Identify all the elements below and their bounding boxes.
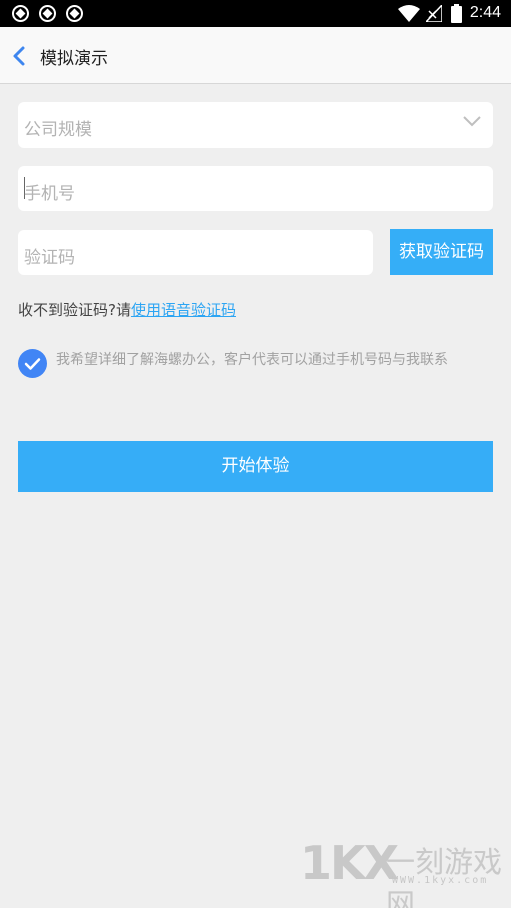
code-placeholder: 验证码 bbox=[24, 248, 75, 268]
phone-input[interactable]: 手机号 bbox=[18, 166, 493, 211]
page-title: 模拟演示 bbox=[40, 49, 108, 69]
notification-icon bbox=[12, 5, 29, 22]
checkmark-icon bbox=[24, 358, 41, 370]
phone-placeholder: 手机号 bbox=[24, 184, 75, 204]
status-bar: 2:44 bbox=[0, 0, 511, 27]
verification-code-input[interactable]: 验证码 bbox=[18, 230, 373, 275]
chevron-down-icon bbox=[463, 116, 481, 127]
agreement-checkbox[interactable] bbox=[18, 349, 47, 378]
clock: 2:44 bbox=[469, 4, 501, 21]
get-code-button[interactable]: 获取验证码 bbox=[390, 229, 493, 275]
battery-icon bbox=[451, 4, 462, 23]
agreement-text: 我希望详细了解海螺办公，客户代表可以通过手机号码与我联系 bbox=[56, 352, 448, 368]
hint-text: 收不到验证码?请 bbox=[18, 301, 131, 319]
notification-icon bbox=[39, 5, 56, 22]
code-hint: 收不到验证码?请使用语音验证码 bbox=[18, 299, 236, 320]
company-size-placeholder: 公司规模 bbox=[24, 120, 92, 140]
back-button[interactable] bbox=[8, 42, 32, 70]
voice-code-link[interactable]: 使用语音验证码 bbox=[131, 301, 236, 319]
start-experience-button[interactable]: 开始体验 bbox=[18, 441, 493, 492]
watermark-url: WWW.1kyx.com bbox=[392, 875, 489, 886]
notification-icon bbox=[66, 5, 83, 22]
title-bar: 模拟演示 bbox=[0, 27, 511, 84]
watermark-name: 一刻游戏网 bbox=[386, 845, 503, 908]
wifi-icon bbox=[398, 5, 420, 22]
no-signal-icon bbox=[426, 5, 442, 22]
company-size-select[interactable]: 公司规模 bbox=[18, 102, 493, 148]
watermark-logo: 1KX bbox=[300, 836, 399, 890]
